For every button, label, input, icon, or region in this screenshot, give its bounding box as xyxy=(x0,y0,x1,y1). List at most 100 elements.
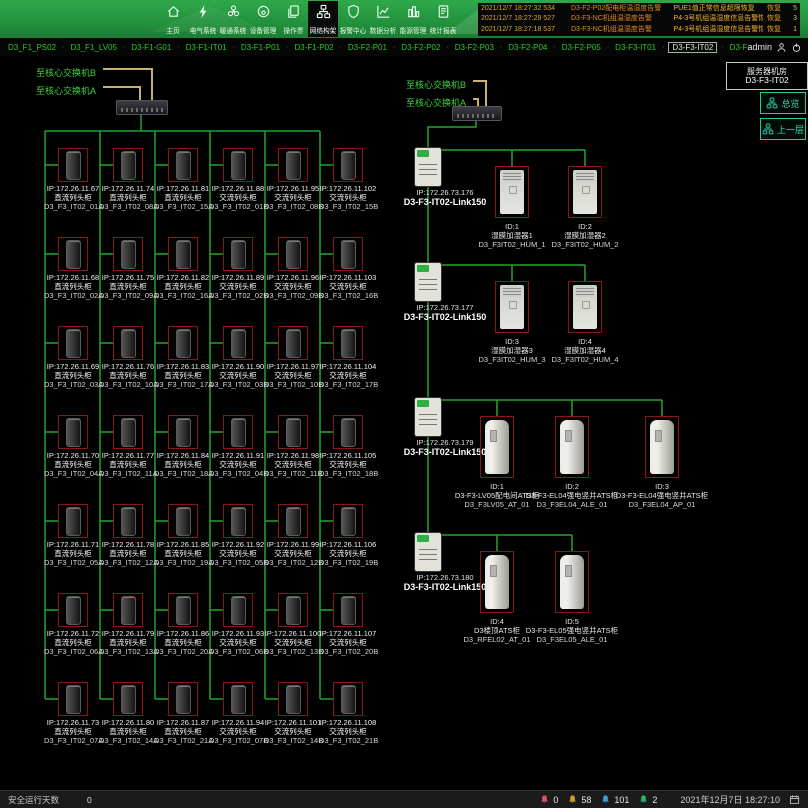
cabinet-node-D3_F3_IT02_19A[interactable] xyxy=(168,504,198,538)
tab-separator: · xyxy=(286,44,288,51)
cabinet-node-D3_F3_IT02_10B[interactable] xyxy=(278,326,308,360)
device-node-D3_F3EL04_ALE_01[interactable] xyxy=(555,416,589,478)
cabinet-node-D3_F3_IT02_04A[interactable] xyxy=(58,415,88,449)
cabinet-node-D3_F3_IT02_20A[interactable] xyxy=(168,593,198,627)
nav-tab-D3-F3-NC[interactable]: D3-F3-NC xyxy=(728,42,748,53)
cabinet-node-D3_F3_IT02_01A[interactable] xyxy=(58,148,88,182)
cabinet-node-D3_F3_IT02_13A[interactable] xyxy=(113,593,143,627)
cabinet-node-D3_F3_IT02_02A[interactable] xyxy=(58,237,88,271)
cabinet-node-D3_F3_IT02_14A[interactable] xyxy=(113,682,143,716)
cabinet-node-D3_F3_IT02_04B[interactable] xyxy=(223,415,253,449)
menu-item-bolt[interactable]: 电气系统 xyxy=(188,1,218,37)
nav-tab-D3-F1-LV05[interactable]: D3_F1_LV05 xyxy=(68,42,119,53)
menu-item-energy[interactable]: 能源管理 xyxy=(398,1,428,37)
cabinet-node-D3_F3_IT02_06B[interactable] xyxy=(223,593,253,627)
nav-tab-D3-F1-G01[interactable]: D3-F1-G01 xyxy=(129,42,173,53)
cabinet-code: D3_F3_IT02_06A xyxy=(44,647,102,656)
cabinet-node-D3_F3_IT02_09A[interactable] xyxy=(113,237,143,271)
alarm-detail: PUE1值正常信息超限恢复 xyxy=(673,4,763,14)
up-level-button[interactable]: 上一层 xyxy=(760,118,806,140)
power-icon[interactable] xyxy=(791,42,802,53)
cabinet-node-D3_F3_IT02_16B[interactable] xyxy=(333,237,363,271)
cabinet-node-D3_F3_IT02_21A[interactable] xyxy=(168,682,198,716)
overview-button[interactable]: 总览 xyxy=(760,92,806,114)
cabinet-node-D3_F3_IT02_03B[interactable] xyxy=(223,326,253,360)
gateway-link150-1[interactable] xyxy=(415,148,441,186)
nav-tab-D3-F3-IT02[interactable]: D3-F3-IT02 xyxy=(668,42,717,53)
menu-item-home[interactable]: 主页 xyxy=(158,1,188,37)
nav-tab-D3-F3-IT01[interactable]: D3-F3-IT01 xyxy=(613,42,658,53)
cabinet-node-D3_F3_IT02_08B[interactable] xyxy=(278,148,308,182)
cabinet-node-D3_F3_IT02_12A[interactable] xyxy=(113,504,143,538)
cabinet-node-D3_F3_IT02_19B[interactable] xyxy=(333,504,363,538)
gateway-link150-2[interactable] xyxy=(415,263,441,301)
device-node-D3_F3EL05_ALE_01[interactable] xyxy=(555,551,589,613)
device-node-D3_RFEL02_AT_01[interactable] xyxy=(480,551,514,613)
menu-item-report[interactable]: 统计报表 xyxy=(428,1,458,37)
cabinet-node-D3_F3_IT02_14B[interactable] xyxy=(278,682,308,716)
alarm-ticker[interactable]: 2021/12/7 18:27:32 534D3-F2-P02配电柜温湿度告警P… xyxy=(478,3,800,36)
cabinet-label: IP:172.26.11.86直流列头柜D3_F3_IT02_20A xyxy=(154,629,212,656)
menu-item-gauge[interactable]: 设备管理 xyxy=(248,1,278,37)
alarm-counter-critical[interactable]: 0 xyxy=(539,794,558,805)
cabinet-ip: IP:172.26.11.83 xyxy=(154,362,212,371)
cabinet-node-D3_F3_IT02_17A[interactable] xyxy=(168,326,198,360)
cabinet-node-D3_F3_IT02_05A[interactable] xyxy=(58,504,88,538)
menu-item-network[interactable]: 网络构架 xyxy=(308,1,338,37)
cabinet-node-D3_F3_IT02_13B[interactable] xyxy=(278,593,308,627)
cabinet-node-D3_F3_IT02_12B[interactable] xyxy=(278,504,308,538)
menu-item-fan[interactable]: 暖通系统 xyxy=(218,1,248,37)
cabinet-node-D3_F3_IT02_21B[interactable] xyxy=(333,682,363,716)
nav-tab-D3-F2-P04[interactable]: D3-F2-P04 xyxy=(506,42,549,53)
cabinet-node-D3_F3_IT02_11B[interactable] xyxy=(278,415,308,449)
user-box[interactable]: admin xyxy=(747,42,802,53)
cabinet-node-D3_F3_IT02_15B[interactable] xyxy=(333,148,363,182)
nav-tab-D3-F1-P02[interactable]: D3-F1-P02 xyxy=(292,42,335,53)
cabinet-node-D3_F3_IT02_07B[interactable] xyxy=(223,682,253,716)
nav-tab-D3-F1-P01[interactable]: D3-F1-P01 xyxy=(239,42,282,53)
cabinet-node-D3_F3_IT02_02B[interactable] xyxy=(223,237,253,271)
cabinet-node-D3_F3_IT02_06A[interactable] xyxy=(58,593,88,627)
nav-tab-D3-F2-P05[interactable]: D3-F2-P05 xyxy=(560,42,603,53)
nav-tab-D3-F2-P03[interactable]: D3-F2-P03 xyxy=(453,42,496,53)
tab-separator: · xyxy=(553,44,555,51)
nav-tab-D3-F2-P01[interactable]: D3-F2-P01 xyxy=(346,42,389,53)
device-node-D3_F3IT02_HUM_2[interactable] xyxy=(568,166,602,218)
alarm-counter-major[interactable]: 58 xyxy=(567,794,591,805)
left-access-switch[interactable] xyxy=(116,100,168,115)
cabinet-node-D3_F3_IT02_08A[interactable] xyxy=(113,148,143,182)
cabinet-node-D3_F3_IT02_05B[interactable] xyxy=(223,504,253,538)
device-node-D3_F3IT02_HUM_4[interactable] xyxy=(568,281,602,333)
device-node-D3_F3IT02_HUM_1[interactable] xyxy=(495,166,529,218)
right-access-switch[interactable] xyxy=(452,106,502,121)
alarm-counter-minor[interactable]: 101 xyxy=(600,794,629,805)
gateway-link150-4[interactable] xyxy=(415,533,441,571)
cabinet-node-D3_F3_IT02_10A[interactable] xyxy=(113,326,143,360)
cabinet-ip: IP:172.26.11.81 xyxy=(154,184,212,193)
calendar-icon[interactable] xyxy=(789,794,800,805)
menu-item-trend[interactable]: 数据分析 xyxy=(368,1,398,37)
alarm-counter-normal[interactable]: 2 xyxy=(638,794,657,805)
cabinet-node-D3_F3_IT02_07A[interactable] xyxy=(58,682,88,716)
cabinet-node-D3_F3_IT02_18B[interactable] xyxy=(333,415,363,449)
gateway-link150-3[interactable] xyxy=(415,398,441,436)
cabinet-node-D3_F3_IT02_09B[interactable] xyxy=(278,237,308,271)
cabinet-node-D3_F3_IT02_15A[interactable] xyxy=(168,148,198,182)
cabinet-node-D3_F3_IT02_20B[interactable] xyxy=(333,593,363,627)
device-node-D3_F3EL04_AP_01[interactable] xyxy=(645,416,679,478)
cabinet-node-D3_F3_IT02_18A[interactable] xyxy=(168,415,198,449)
cabinet-code: D3_F3_IT02_17A xyxy=(154,380,212,389)
device-node-D3_F3IT02_HUM_3[interactable] xyxy=(495,281,529,333)
cabinet-node-D3_F3_IT02_11A[interactable] xyxy=(113,415,143,449)
cabinet-node-D3_F3_IT02_01B[interactable] xyxy=(223,148,253,182)
cabinet-node-D3_F3_IT02_17B[interactable] xyxy=(333,326,363,360)
menu-item-shield[interactable]: 报警中心 xyxy=(338,1,368,37)
menu-item-ticket[interactable]: 操作票 xyxy=(278,1,308,37)
user-icon[interactable] xyxy=(776,42,787,53)
nav-tab-D3-F1-IT01[interactable]: D3-F1-IT01 xyxy=(184,42,229,53)
nav-tab-D3-F2-P02[interactable]: D3-F2-P02 xyxy=(399,42,442,53)
nav-tab-D3-F1-PS02[interactable]: D3_F1_PS02 xyxy=(6,42,58,53)
device-node-D3_F3LV05_AT_01[interactable] xyxy=(480,416,514,478)
cabinet-node-D3_F3_IT02_16A[interactable] xyxy=(168,237,198,271)
cabinet-node-D3_F3_IT02_03A[interactable] xyxy=(58,326,88,360)
